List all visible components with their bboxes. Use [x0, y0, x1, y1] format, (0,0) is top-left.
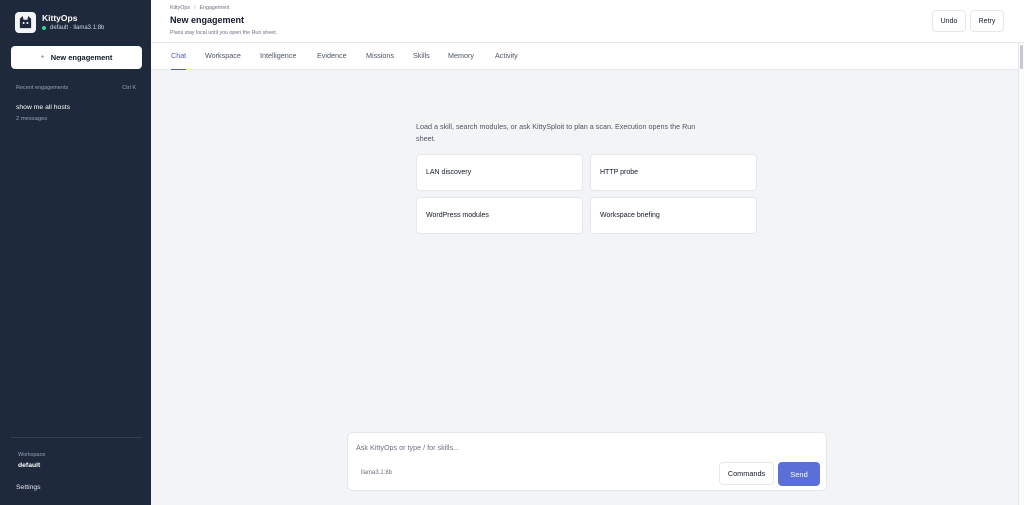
settings-link[interactable]: Settings — [16, 484, 41, 491]
model-label: llama3.1:8b — [361, 470, 393, 476]
scrollbar-thumb[interactable] — [1020, 45, 1023, 69]
new-engagement-button[interactable]: + New engagement — [11, 46, 142, 69]
tab-memory[interactable]: Memory — [448, 51, 474, 70]
workspace-label: Workspace — [18, 452, 46, 458]
breadcrumb-item-kittyops[interactable]: KittyOps — [170, 5, 190, 11]
tab-evidence[interactable]: Evidence — [317, 51, 347, 70]
message-composer: llama3.1:8b Commands Send — [347, 432, 827, 491]
sidebar: KittyOps default · llama3.1:8b + New eng… — [0, 0, 151, 505]
workspace-value[interactable]: default — [18, 462, 40, 469]
tab-activity[interactable]: Activity — [495, 51, 518, 70]
brand: KittyOps default · llama3.1:8b — [15, 12, 104, 33]
page-scrollbar[interactable] — [1018, 43, 1024, 505]
suggestion-lan-discovery[interactable]: LAN discovery — [416, 154, 583, 191]
tab-skills[interactable]: Skills — [413, 51, 430, 70]
suggestion-http-probe[interactable]: HTTP probe — [590, 154, 757, 191]
brand-subtitle: default · llama3.1:8b — [50, 24, 105, 31]
send-button[interactable]: Send — [778, 462, 820, 486]
suggestion-workspace-briefing[interactable]: Workspace briefing — [590, 197, 757, 234]
chat-input[interactable] — [356, 441, 816, 454]
recent-shortcut-hint: Ctrl K — [122, 85, 136, 91]
tab-workspace[interactable]: Workspace — [205, 51, 241, 70]
commands-button[interactable]: Commands — [719, 462, 774, 485]
page-title: New engagement — [170, 15, 245, 25]
breadcrumb-item-engagement: Engagement — [199, 5, 230, 11]
workspace-model-status: default · llama3.1:8b — [42, 24, 104, 33]
recent-engagement-meta: 2 messages — [16, 116, 48, 122]
plus-icon: + — [40, 54, 45, 61]
breadcrumb: KittyOps / Engagement — [170, 5, 230, 11]
app-name: KittyOps — [42, 12, 78, 23]
tab-bar: Chat Workspace Intelligence Evidence Mis… — [151, 43, 1018, 70]
cat-logo-icon — [15, 12, 36, 33]
recent-engagement-title: show me all hosts — [16, 104, 71, 111]
recent-engagement-item[interactable]: show me all hosts 2 messages — [16, 103, 136, 124]
page-header: KittyOps / Engagement New engagement Plans… — [151, 0, 1024, 43]
tab-intelligence[interactable]: Intelligence — [260, 51, 296, 70]
retry-button[interactable]: Retry — [970, 10, 1004, 32]
chat-intro-text: Load a skill, search modules, or ask Kit… — [416, 122, 696, 143]
online-status-icon — [42, 26, 46, 30]
breadcrumb-separator: / — [194, 5, 196, 11]
recent-engagements-header: Recent engagements Ctrl K — [16, 85, 136, 91]
tab-missions[interactable]: Missions — [366, 51, 394, 70]
sidebar-divider — [11, 437, 142, 438]
undo-button[interactable]: Undo — [932, 10, 966, 32]
suggestion-wordpress-modules[interactable]: WordPress modules — [416, 197, 583, 234]
new-engagement-label: New engagement — [50, 53, 113, 62]
tab-chat[interactable]: Chat — [171, 51, 187, 70]
page-subtitle: Plans stay local until you open the Run … — [170, 30, 278, 36]
recent-engagements-label: Recent engagements — [16, 85, 69, 91]
